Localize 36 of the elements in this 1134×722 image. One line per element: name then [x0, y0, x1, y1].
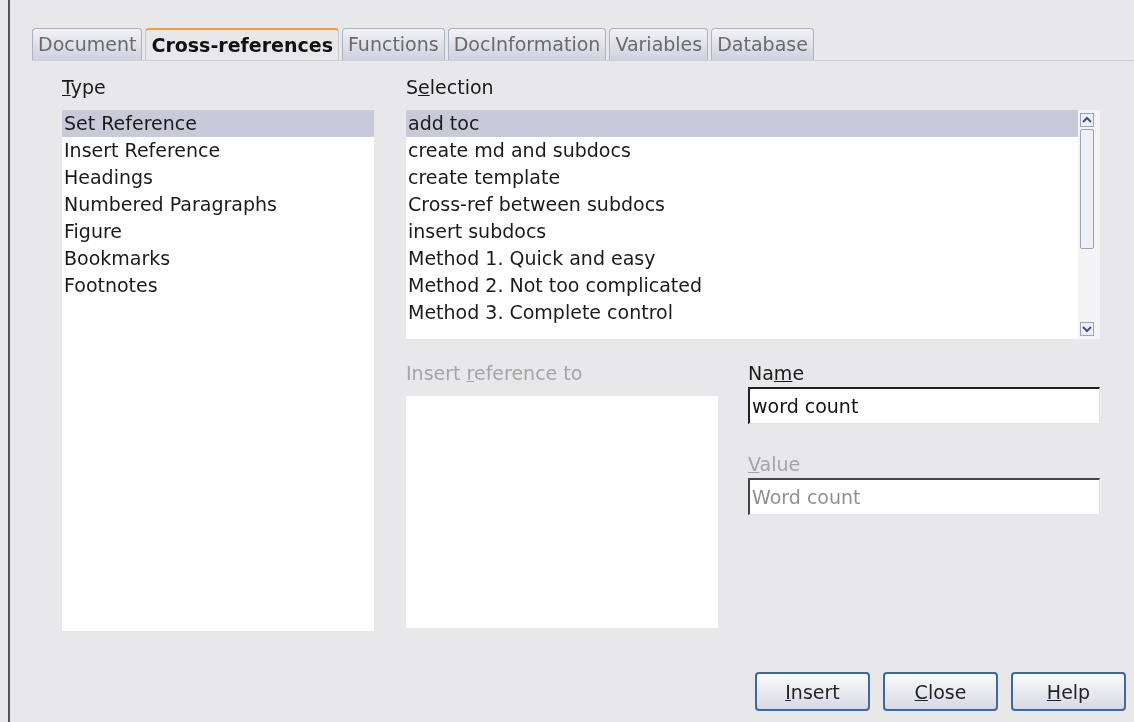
- selection-label: Selection: [406, 75, 495, 99]
- selection-item[interactable]: create md and subdocs: [406, 137, 1078, 164]
- insert-reference-label: Insert reference to: [406, 361, 584, 385]
- selection-item[interactable]: add toc: [406, 110, 1078, 137]
- type-item[interactable]: Figure: [62, 218, 374, 245]
- type-item[interactable]: Set Reference: [62, 110, 374, 137]
- name-label: Name: [748, 361, 806, 386]
- selection-item[interactable]: Method 3. Complete control: [406, 299, 1078, 326]
- selection-item[interactable]: Method 1. Quick and easy: [406, 245, 1078, 272]
- type-item[interactable]: Insert Reference: [62, 137, 374, 164]
- dialog-button[interactable]: Help: [1011, 672, 1126, 711]
- selection-item[interactable]: insert subdocs: [406, 218, 1078, 245]
- tab[interactable]: Cross-references: [145, 28, 339, 60]
- type-item[interactable]: Footnotes: [62, 272, 374, 299]
- tab[interactable]: Document: [32, 28, 143, 60]
- type-item[interactable]: Bookmarks: [62, 245, 374, 272]
- scroll-down-icon[interactable]: [1080, 322, 1094, 336]
- scrollbar[interactable]: [1078, 110, 1100, 339]
- tab[interactable]: Functions: [341, 28, 445, 60]
- tab[interactable]: DocInformation: [447, 28, 607, 60]
- tab[interactable]: Database: [711, 28, 814, 60]
- name-field[interactable]: word count: [748, 387, 1100, 424]
- type-list[interactable]: Set Reference Insert Reference Headings Numbered Paragraphs Figure Bookmarks Footnotes: [62, 110, 374, 631]
- selection-item[interactable]: create template: [406, 164, 1078, 191]
- dialog-button[interactable]: Close: [883, 672, 998, 711]
- selection-item[interactable]: Method 2. Not too complicated: [406, 272, 1078, 299]
- selection-item[interactable]: Cross-ref between subdocs: [406, 191, 1078, 218]
- type-label: Type: [62, 75, 107, 99]
- tab[interactable]: Variables: [609, 28, 709, 60]
- scroll-up-icon[interactable]: [1080, 113, 1094, 127]
- value-label: Value: [748, 452, 802, 477]
- type-item[interactable]: Headings: [62, 164, 374, 191]
- dialog-button[interactable]: Insert: [755, 672, 870, 711]
- type-item[interactable]: Numbered Paragraphs: [62, 191, 374, 218]
- selection-list[interactable]: add toc create md and subdocs create template Cross-ref between subdocs insert subdocs Method 1. Quick and easy Method 2. Not too complicated Method 3. Complete control: [406, 110, 1100, 339]
- scroll-thumb[interactable]: [1080, 129, 1094, 249]
